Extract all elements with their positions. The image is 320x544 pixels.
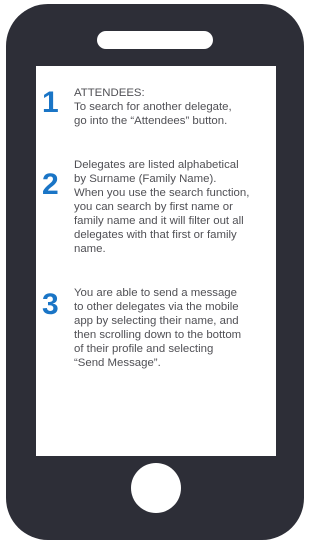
phone-screen: 1 ATTENDEES: To search for another deleg… [36,66,276,456]
phone-illustration: 1 ATTENDEES: To search for another deleg… [6,4,304,540]
step-number-2: 2 [42,168,59,201]
step-text-1: ATTENDEES: To search for another delegat… [74,87,232,127]
phone-speaker [97,31,213,49]
step-number-1: 1 [42,86,59,119]
step-text-2: Delegates are listed alphabetical by Sur… [74,159,250,255]
step-number-3: 3 [42,288,59,321]
home-button [131,463,181,513]
step-text-3: You are able to send a message to other … [74,287,242,369]
